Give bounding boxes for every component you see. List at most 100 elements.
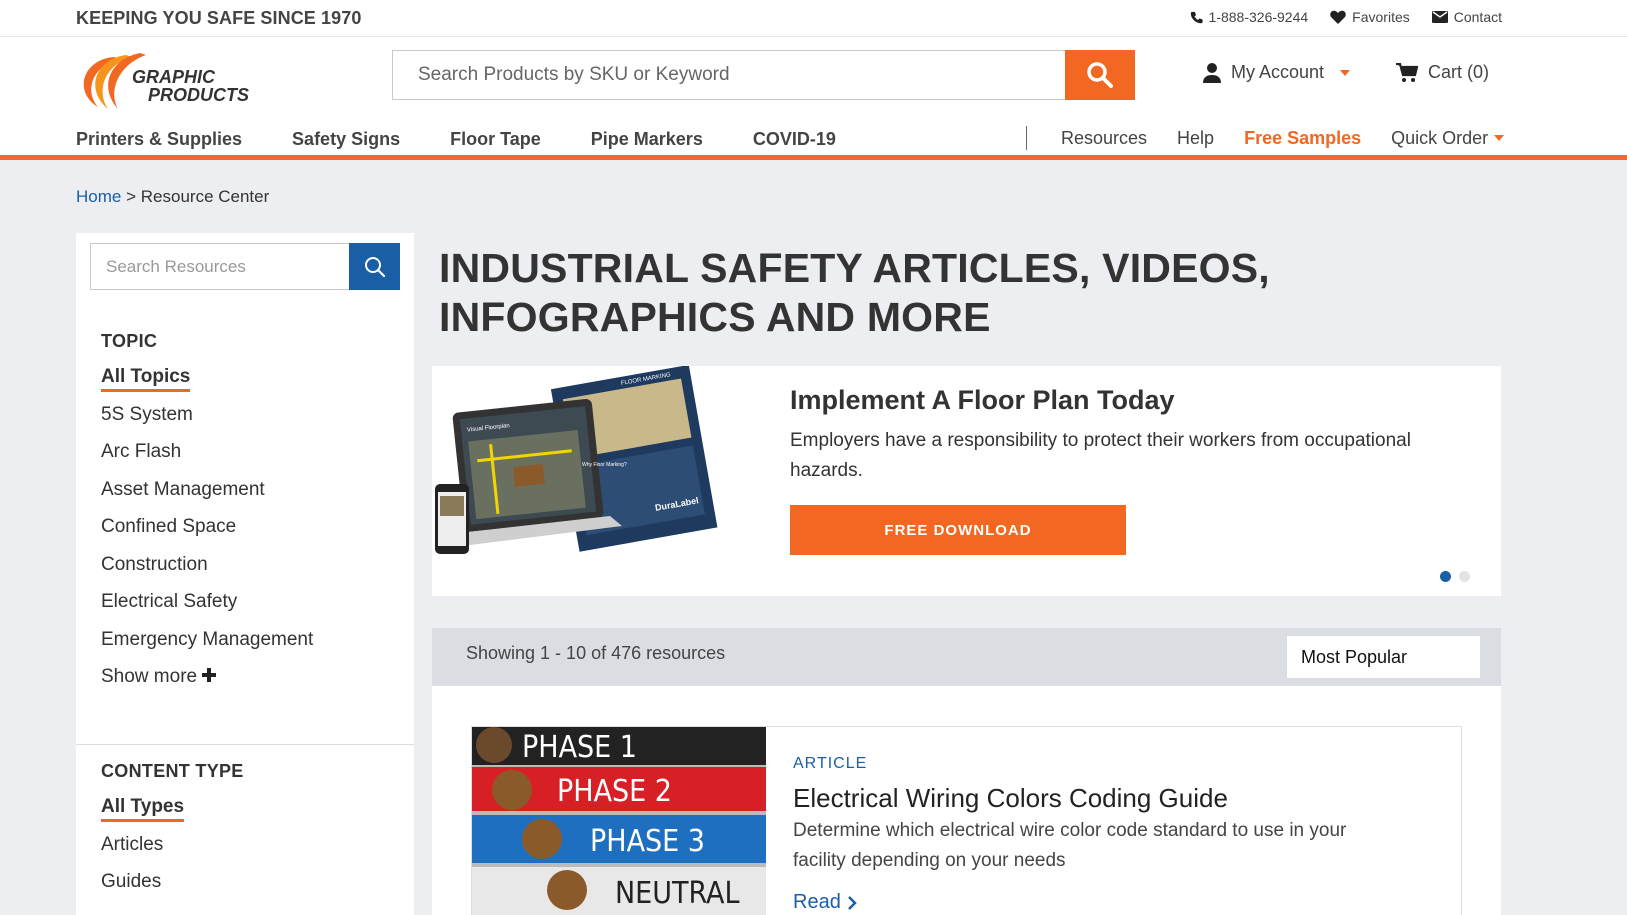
sidebar-divider [76, 744, 414, 745]
breadcrumb: Home > Resource Center [76, 187, 269, 207]
contact-link[interactable]: Contact [1431, 9, 1502, 25]
svg-text:PHASE 1: PHASE 1 [522, 730, 637, 765]
resource-search-input[interactable] [91, 244, 341, 289]
carousel-dot-2[interactable] [1459, 571, 1470, 582]
type-guides[interactable]: Guides [101, 869, 184, 907]
promo-text: Employers have a responsibility to prote… [790, 430, 1411, 481]
promo-title: Implement A Floor Plan Today [790, 385, 1175, 415]
chevron-down-icon [1340, 69, 1351, 76]
chevron-down-icon [1494, 135, 1505, 141]
topic-label: Construction [101, 553, 208, 575]
nav-safety-signs[interactable]: Safety Signs [292, 129, 400, 150]
topic-label: 5S System [101, 403, 193, 425]
tagline: KEEPING YOU SAFE SINCE 1970 [76, 8, 362, 28]
nav-printers-supplies[interactable]: Printers & Supplies [76, 129, 242, 150]
show-more-label: Show more [101, 666, 198, 687]
phone-link[interactable]: 1-888-326-9244 [1190, 9, 1309, 25]
chevron-right-icon [847, 895, 857, 910]
breadcrumb-current: Resource Center [140, 187, 270, 206]
resource-card[interactable]: PHASE 1 PHASE 2 PHASE 3 NEUTRAL ARTICLE … [471, 726, 1462, 915]
topic-label: All Topics [101, 366, 191, 392]
phone-icon [1190, 11, 1203, 23]
topic-label: Arc Flash [101, 441, 182, 462]
cart-link[interactable]: Cart (0) [1396, 62, 1489, 83]
site-header: GRAPHIC PRODUCTS My Account Cart (0) Pri… [0, 37, 1627, 160]
nav-free-samples[interactable]: Free Samples [1244, 128, 1361, 149]
utility-bar: KEEPING YOU SAFE SINCE 1970 1-888-326-92… [0, 0, 1627, 37]
svg-text:PHASE 3: PHASE 3 [590, 824, 705, 859]
nav-help[interactable]: Help [1177, 128, 1214, 149]
article-type-label: ARTICLE [793, 755, 868, 772]
page-title: INDUSTRIAL SAFETY ARTICLES, VIDEOS, INFO… [439, 245, 1270, 340]
free-download-button[interactable]: FREE DOWNLOAD [790, 505, 1126, 555]
phone-number: 1-888-326-9244 [1208, 9, 1309, 25]
breadcrumb-separator: > [126, 187, 137, 206]
contact-label: Contact [1453, 9, 1502, 25]
topic-asset-management[interactable]: Asset Management [101, 477, 313, 515]
product-search-button[interactable] [1065, 50, 1135, 100]
topic-list: All Topics 5S System Arc Flash Asset Man… [101, 364, 313, 702]
heart-icon [1330, 10, 1346, 24]
topic-label: Electrical Safety [101, 591, 238, 612]
type-label: All Types [101, 796, 185, 822]
promo-image: FLOOR MARKING DuraLabel Visual Floorplan… [435, 366, 718, 554]
type-label: Guides [101, 871, 162, 892]
envelope-icon [1431, 11, 1448, 23]
cart-label: Cart (0) [1428, 62, 1490, 82]
brand-logo[interactable]: GRAPHIC PRODUCTS [74, 51, 269, 113]
article-description: Determine which electrical wire color co… [793, 820, 1347, 871]
topic-emergency-management[interactable]: Emergency Management [101, 627, 313, 665]
product-search [392, 50, 1135, 100]
read-label: Read [793, 891, 841, 913]
content-type-heading: CONTENT TYPE [101, 761, 244, 781]
main-nav: Printers & Supplies Safety Signs Floor T… [76, 129, 836, 150]
topic-confined-space[interactable]: Confined Space [101, 514, 313, 552]
article-thumbnail: PHASE 1 PHASE 2 PHASE 3 NEUTRAL [472, 727, 766, 915]
topic-heading: TOPIC [101, 331, 158, 351]
resource-search [90, 243, 400, 290]
topic-electrical-safety[interactable]: Electrical Safety [101, 589, 313, 627]
favorites-link[interactable]: Favorites [1330, 9, 1410, 25]
nav-resources[interactable]: Resources [1061, 128, 1147, 149]
quick-order-label: Quick Order [1391, 127, 1489, 148]
topic-label: Emergency Management [101, 628, 314, 650]
nav-pipe-markers[interactable]: Pipe Markers [591, 129, 703, 150]
show-more-topics[interactable]: Show more [101, 664, 313, 702]
svg-text:PHASE 2: PHASE 2 [557, 774, 672, 809]
topic-5s-system[interactable]: 5S System [101, 402, 313, 440]
search-icon [364, 256, 385, 277]
topic-arc-flash[interactable]: Arc Flash [101, 439, 313, 477]
svg-text:PRODUCTS: PRODUCTS [148, 85, 249, 105]
type-articles[interactable]: Articles [101, 832, 184, 870]
results-count: Showing 1 - 10 of 476 resources [466, 643, 726, 663]
carousel-dots [1440, 571, 1470, 582]
article-title[interactable]: Electrical Wiring Colors Coding Guide [793, 783, 1228, 814]
favorites-label: Favorites [1352, 9, 1410, 25]
topic-all-topics[interactable]: All Topics [101, 364, 313, 402]
secondary-nav: Resources Help Free Samples Quick Order [1026, 126, 1505, 150]
carousel-dot-1[interactable] [1440, 571, 1451, 582]
search-icon [1087, 62, 1113, 88]
my-account-menu[interactable]: My Account [1203, 62, 1351, 83]
nav-separator [1026, 126, 1027, 150]
type-label: Articles [101, 833, 164, 855]
sort-select[interactable]: Most Popular [1287, 636, 1480, 678]
user-icon [1203, 62, 1221, 83]
nav-covid-19[interactable]: COVID-19 [753, 129, 836, 150]
content-type-list: All Types Articles Guides [101, 794, 185, 907]
resource-filters-sidebar: TOPIC All Topics 5S System Arc Flash Ass… [76, 233, 414, 915]
resource-search-button[interactable] [349, 243, 400, 290]
results-list: PHASE 1 PHASE 2 PHASE 3 NEUTRAL ARTICLE … [432, 686, 1501, 915]
nav-quick-order[interactable]: Quick Order [1391, 127, 1505, 149]
nav-floor-tape[interactable]: Floor Tape [450, 129, 541, 150]
topic-label: Asset Management [101, 478, 265, 500]
breadcrumb-home[interactable]: Home [76, 187, 121, 206]
results-toolbar: Showing 1 - 10 of 476 resources Most Pop… [432, 628, 1501, 686]
topic-construction[interactable]: Construction [101, 552, 313, 590]
type-all-types[interactable]: All Types [101, 794, 185, 832]
my-account-label: My Account [1231, 62, 1325, 82]
cart-icon [1396, 62, 1418, 82]
product-search-input[interactable] [393, 51, 1073, 99]
read-link[interactable]: Read [793, 891, 857, 914]
utility-links: 1-888-326-9244 Favorites Contact [1190, 9, 1502, 25]
